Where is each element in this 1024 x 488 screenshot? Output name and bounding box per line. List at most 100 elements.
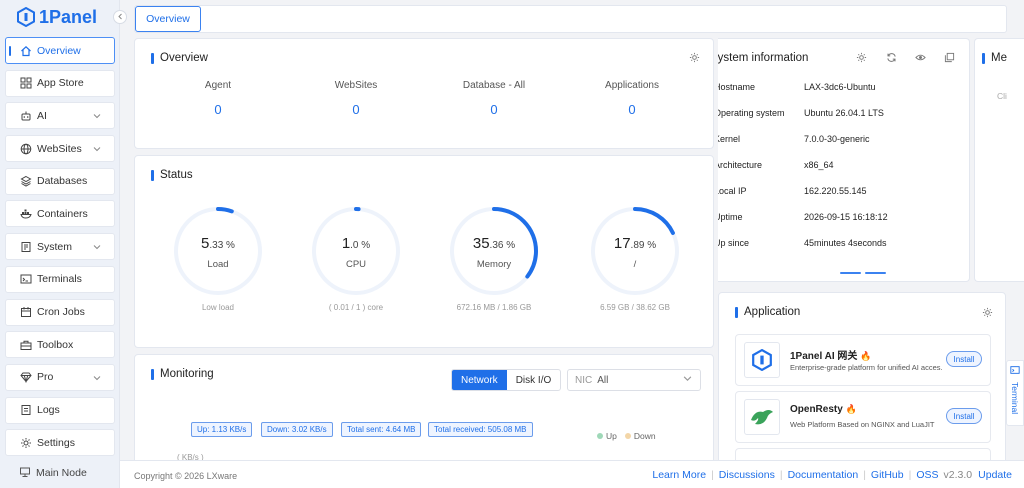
gear-icon: [20, 437, 32, 449]
chevron-down-icon: [93, 242, 101, 254]
sidebar-item-app-store[interactable]: App Store: [5, 69, 115, 97]
oss-link[interactable]: OSS: [916, 469, 938, 481]
down-rate-chip: Down: 3.02 KB/s: [261, 422, 333, 437]
nic-select[interactable]: NIC All: [567, 369, 701, 391]
sidebar-item-databases[interactable]: Databases: [5, 167, 115, 195]
tab-overview[interactable]: Overview: [135, 6, 201, 32]
sidebar-item-label: Toolbox: [37, 338, 74, 351]
install-button[interactable]: Install: [946, 351, 982, 367]
learn-more-link[interactable]: Learn More: [652, 469, 706, 481]
sys-key: Operating system: [718, 108, 785, 118]
sidebar-item-system[interactable]: System: [5, 233, 115, 261]
grid-icon: [20, 77, 32, 89]
gauge-value: 35.36 %: [472, 235, 516, 252]
sidebar-item-cron-jobs[interactable]: Cron Jobs: [5, 298, 115, 326]
terminal-tab-label: Terminal: [1010, 382, 1020, 415]
copy-button[interactable]: [943, 52, 955, 65]
robot-icon: [20, 110, 32, 122]
chevron-down-icon: [93, 111, 101, 123]
node-label: Main Node: [36, 467, 87, 479]
settings-button[interactable]: [688, 52, 700, 65]
sidebar-item-ai[interactable]: AI: [5, 102, 115, 130]
footer: Copyright © 2026 LXware Learn More | Dis…: [120, 460, 1024, 488]
legend-down[interactable]: Down: [624, 431, 656, 441]
discussions-link[interactable]: Discussions: [719, 469, 775, 481]
sidebar-item-overview[interactable]: Overview: [5, 37, 115, 64]
settings-button[interactable]: [855, 52, 867, 66]
system-icon: [20, 241, 32, 253]
legend-up[interactable]: Up: [597, 431, 617, 441]
sidebar-item-logs[interactable]: Logs: [5, 396, 115, 424]
carousel-dot-1[interactable]: [840, 272, 861, 274]
sidebar-item-pro[interactable]: Pro: [5, 363, 115, 391]
calendar-icon: [20, 306, 32, 318]
app-name: 1Panel: [39, 6, 98, 27]
app-name: 1Panel AI 网关 🔥: [790, 351, 872, 362]
sidebar-item-toolbox[interactable]: Toolbox: [5, 331, 115, 359]
server-icon: [19, 466, 31, 481]
sidebar-item-terminals[interactable]: Terminals: [5, 265, 115, 293]
network-tab[interactable]: Network: [452, 370, 507, 390]
hot-icon: 🔥: [845, 404, 857, 414]
sidebar-item-websites[interactable]: WebSites: [5, 135, 115, 163]
stat-database-label: Database - All: [462, 80, 526, 91]
app-item-1panel-ai[interactable]: 1Panel AI 网关 🔥 Enterprise-grade platform…: [735, 334, 991, 386]
sidebar-item-label: WebSites: [37, 142, 82, 155]
stat-applications-label: Applications: [605, 80, 659, 91]
toolbox-icon: [20, 339, 32, 351]
openresty-icon: [751, 410, 773, 425]
gear-icon: [856, 52, 867, 66]
gauge-value: 5.33 %: [201, 235, 235, 252]
home-icon: [20, 45, 32, 57]
terminal-side-tab[interactable]: Terminal: [1006, 360, 1024, 426]
logo-icon: [752, 349, 772, 371]
refresh-icon: [886, 52, 897, 66]
settings-button[interactable]: [981, 307, 993, 320]
sys-value: 7.0.0-30-generic: [804, 134, 870, 144]
app-icon: [744, 342, 780, 378]
stat-agent-value[interactable]: 0: [158, 102, 278, 117]
sys-key: Up since: [718, 238, 750, 248]
app-logo[interactable]: 1Panel: [17, 5, 97, 29]
install-button[interactable]: Install: [946, 408, 982, 424]
sidebar: 1Panel Overview App Store AI WebSites Da…: [0, 0, 120, 488]
update-link[interactable]: Update: [978, 469, 1012, 481]
tab-bar: Overview: [134, 5, 1007, 33]
sidebar-item-containers[interactable]: Containers: [5, 200, 115, 228]
nic-select-label: NIC: [575, 374, 593, 386]
refresh-button[interactable]: [885, 53, 897, 65]
gauge-value: 1.0 %: [341, 235, 371, 252]
chevron-down-icon: [93, 144, 101, 156]
collapse-sidebar-button[interactable]: [113, 10, 127, 24]
database-icon: [20, 175, 32, 187]
toggle-visibility-button[interactable]: [914, 53, 926, 65]
documentation-link[interactable]: Documentation: [788, 469, 859, 481]
eye-icon: [914, 52, 926, 66]
gauge-cpu[interactable]: 1.0 % CPU: [308, 203, 404, 299]
node-switcher[interactable]: Main Node: [5, 461, 115, 485]
sys-key: Architecture: [718, 160, 763, 170]
stat-database-value[interactable]: 0: [434, 102, 554, 117]
sidebar-nav: Overview App Store AI WebSites Databases…: [5, 37, 115, 462]
status-title: Status: [151, 169, 193, 181]
monitoring-card: Monitoring Network Disk I/O NIC All Up: …: [134, 354, 714, 464]
sys-value: Ubuntu 26.04.1 LTS: [804, 108, 884, 118]
diamond-icon: [20, 371, 32, 384]
carousel-dot-2[interactable]: [865, 272, 886, 274]
sidebar-item-label: Databases: [37, 175, 88, 188]
version-label: v2.3.0: [943, 469, 973, 481]
gauge-disk[interactable]: 17.89 % /: [587, 203, 683, 299]
gauge-cpu-sub: ( 0.01 / 1 ) core: [328, 303, 384, 312]
github-link[interactable]: GitHub: [871, 469, 904, 481]
gauge-memory[interactable]: 35.36 % Memory: [446, 203, 542, 299]
gauge-label: Load: [207, 259, 229, 270]
chart-legend: Up Down: [597, 431, 656, 441]
stat-applications-value[interactable]: 0: [572, 102, 692, 117]
memo-title: Me: [982, 52, 1007, 64]
sys-value: 45minutes 4seconds: [804, 238, 887, 248]
gauge-load[interactable]: 5.33 % Load: [170, 203, 266, 299]
disk-io-tab[interactable]: Disk I/O: [507, 370, 561, 390]
app-item-openresty[interactable]: OpenResty 🔥 Web Platform Based on NGINX …: [735, 391, 991, 443]
sidebar-item-settings[interactable]: Settings: [5, 429, 115, 457]
stat-websites-value[interactable]: 0: [296, 102, 416, 117]
